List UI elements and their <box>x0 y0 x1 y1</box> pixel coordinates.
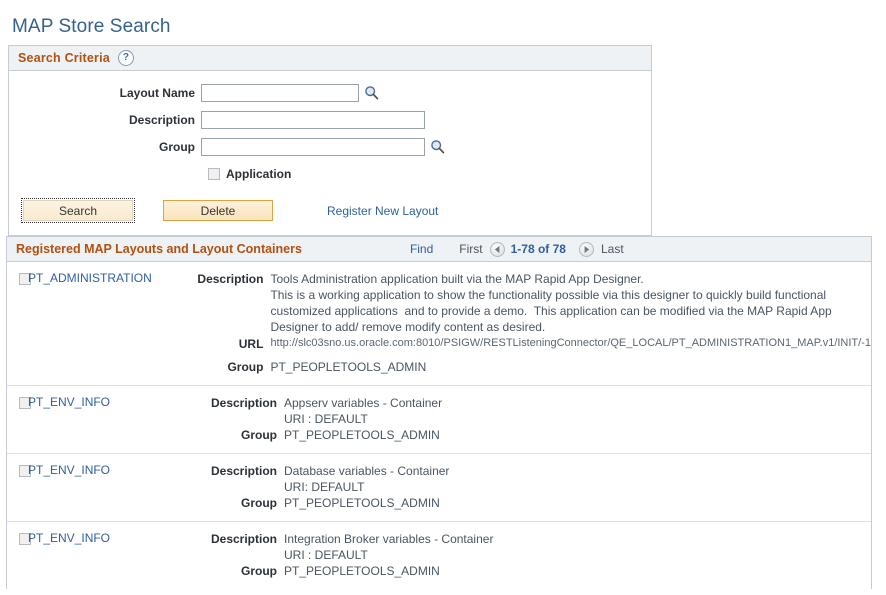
row-url-field: URL http://slc03sno.us.oracle.com:8010/P… <box>187 335 871 352</box>
row-description-label: Description <box>197 272 264 286</box>
row-group-value: PT_PEOPLETOOLS_ADMIN <box>284 564 440 578</box>
row-description-line: URI : DEFAULT <box>284 412 368 426</box>
row-description-label: Description <box>210 464 277 478</box>
group-input[interactable] <box>201 137 425 156</box>
table-row: PT_ENV_INFO Description Integration Brok… <box>7 521 871 589</box>
row-fields: Description Database variables - Contain… <box>201 463 871 511</box>
row-description-line: Database variables - Container <box>284 464 450 478</box>
table-row: PT_ENV_INFO Description Database variabl… <box>7 453 871 521</box>
table-row: PT_ADMINISTRATION Description Tools Admi… <box>7 262 871 385</box>
row-description-line: Integration Broker variables - Container <box>284 532 494 546</box>
row-description-value: Tools Administration application built v… <box>263 271 831 335</box>
row-description-line: customized applications and to provide a… <box>270 304 832 318</box>
field-row-group: Group <box>9 133 651 160</box>
layout-name-link[interactable]: PT_ADMINISTRATION <box>28 271 152 285</box>
row-group-label: Group <box>241 496 277 510</box>
row-checkbox-cell <box>7 531 31 579</box>
field-row-description: Description <box>9 106 651 133</box>
application-checkbox-row: Application <box>9 162 651 186</box>
row-description-field: Description Database variables - Contain… <box>201 463 871 495</box>
row-fields: Description Appserv variables - Containe… <box>201 395 871 443</box>
row-description-value: Database variables - Container URI: DEFA… <box>277 463 449 495</box>
row-description-field: Description Integration Broker variables… <box>201 531 871 563</box>
row-description-line: Appserv variables - Container <box>284 396 443 410</box>
last-label[interactable]: Last <box>601 242 624 256</box>
row-group-field: Group PT_PEOPLETOOLS_ADMIN <box>201 563 871 579</box>
layout-name-input[interactable] <box>201 83 359 102</box>
row-name-cell: PT_ENV_INFO <box>19 531 201 579</box>
group-label: Group <box>159 139 195 154</box>
table-row: PT_ENV_INFO Description Appserv variable… <box>7 385 871 453</box>
right-arrow-icon[interactable] <box>578 241 594 257</box>
description-label: Description <box>128 112 195 127</box>
row-description-line: URI: DEFAULT <box>284 480 365 494</box>
row-name-cell: PT_ENV_INFO <box>19 395 201 443</box>
application-checkbox[interactable] <box>208 168 220 180</box>
row-checkbox-cell <box>7 463 31 511</box>
application-checkbox-label: Application <box>226 167 292 181</box>
row-url-label: URL <box>238 337 264 351</box>
row-group-label: Group <box>241 564 277 578</box>
row-description-label: Description <box>210 396 277 410</box>
search-criteria-body: Layout Name Description Group Applicatio… <box>9 71 651 235</box>
grid-title: Registered MAP Layouts and Layout Contai… <box>16 242 302 256</box>
field-row-layout-name: Layout Name <box>9 79 651 106</box>
row-description-field: Description Appserv variables - Containe… <box>201 395 871 427</box>
grid-navigation: Find First 1-78 of 78 Last <box>410 241 624 257</box>
row-name-cell: PT_ENV_INFO <box>19 463 201 511</box>
row-description-line: URI : DEFAULT <box>284 548 368 562</box>
row-name-cell: PT_ADMINISTRATION <box>19 271 187 375</box>
layout-name-link[interactable]: PT_ENV_INFO <box>28 395 110 409</box>
row-description-value: Appserv variables - Container URI : DEFA… <box>277 395 442 427</box>
row-group-field: Group PT_PEOPLETOOLS_ADMIN <box>201 427 871 443</box>
left-arrow-icon[interactable] <box>489 241 505 257</box>
registered-layouts-grid: Registered MAP Layouts and Layout Contai… <box>6 236 872 589</box>
first-label[interactable]: First <box>459 242 482 256</box>
row-description-line: Tools Administration application built v… <box>270 272 644 286</box>
layout-name-label: Layout Name <box>119 85 195 100</box>
find-link[interactable]: Find <box>410 242 433 256</box>
row-description-label: Description <box>210 532 277 546</box>
row-group-value: PT_PEOPLETOOLS_ADMIN <box>270 360 427 374</box>
grid-header: Registered MAP Layouts and Layout Contai… <box>7 237 871 262</box>
row-checkbox-cell <box>7 395 31 443</box>
description-input[interactable] <box>201 110 425 129</box>
row-group-value: PT_PEOPLETOOLS_ADMIN <box>284 496 440 510</box>
row-description-value: Integration Broker variables - Container… <box>277 531 493 563</box>
search-button[interactable]: Search <box>21 198 135 223</box>
row-group-value: PT_PEOPLETOOLS_ADMIN <box>284 428 440 442</box>
row-checkbox-cell <box>7 271 31 375</box>
row-description-line: This is a working application to show th… <box>270 288 827 302</box>
row-fields: Description Integration Broker variables… <box>201 531 871 579</box>
row-description-field: Description Tools Administration applica… <box>187 271 871 335</box>
delete-button[interactable]: Delete <box>163 200 273 221</box>
row-fields: Description Tools Administration applica… <box>187 271 871 375</box>
row-group-label: Group <box>227 360 264 374</box>
search-criteria-button-row: Search Delete Register New Layout <box>9 198 651 225</box>
row-range-label[interactable]: 1-78 of 78 <box>511 242 566 256</box>
layout-name-link[interactable]: PT_ENV_INFO <box>28 463 110 477</box>
search-criteria-panel: Search Criteria ? Layout Name Descriptio… <box>8 45 652 236</box>
row-description-line: Designer to add/ remove modify content a… <box>270 320 546 334</box>
page-title: MAP Store Search <box>12 16 171 37</box>
grid-rows: PT_ADMINISTRATION Description Tools Admi… <box>7 262 871 589</box>
lookup-magnifier-icon-group[interactable] <box>430 139 445 154</box>
register-new-layout-link[interactable]: Register New Layout <box>327 204 438 218</box>
row-group-field: Group PT_PEOPLETOOLS_ADMIN <box>187 359 871 375</box>
layout-name-link[interactable]: PT_ENV_INFO <box>28 531 110 545</box>
row-group-label: Group <box>241 428 277 442</box>
search-criteria-title: Search Criteria <box>18 51 110 65</box>
search-criteria-header: Search Criteria ? <box>9 46 651 71</box>
question-mark-icon[interactable]: ? <box>117 50 134 66</box>
row-group-field: Group PT_PEOPLETOOLS_ADMIN <box>201 495 871 511</box>
row-url-value: http://slc03sno.us.oracle.com:8010/PSIGW… <box>270 337 871 349</box>
lookup-magnifier-icon-layout-name[interactable] <box>364 85 379 100</box>
